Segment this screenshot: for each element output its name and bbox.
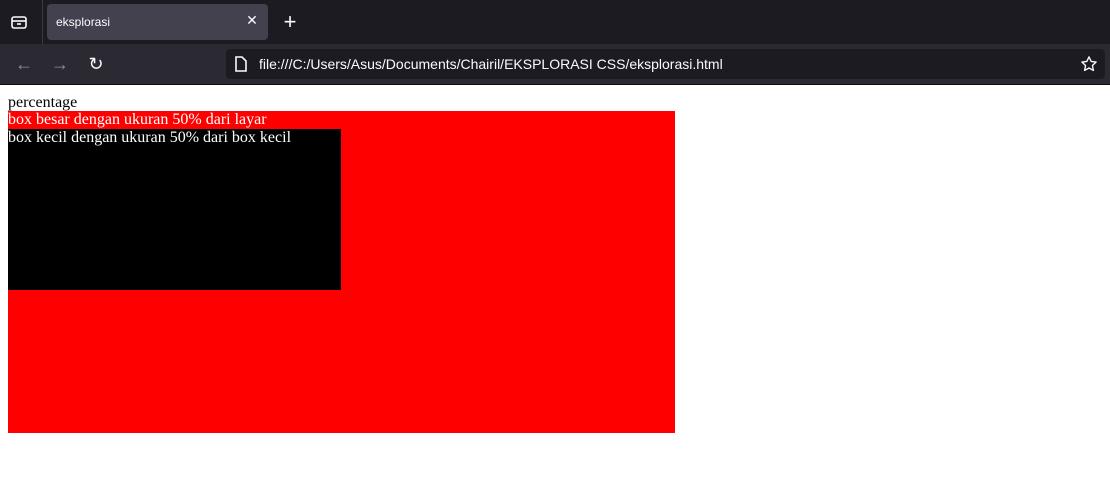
tab-eksplorasi[interactable]: eksplorasi ✕ [47,4,268,40]
file-icon [235,56,247,72]
back-arrow-icon[interactable]: ← [14,54,34,74]
big-box: box besar dengan ukuran 50% dari layar b… [8,111,675,433]
reload-icon[interactable]: ↻ [86,54,106,74]
small-box: box kecil dengan ukuran 50% dari box kec… [8,129,341,290]
page-heading: percentage [8,94,78,111]
url-text[interactable]: file:///C:/Users/Asus/Documents/Chairil/… [259,56,723,72]
small-box-text: box kecil dengan ukuran 50% dari box kec… [8,129,292,146]
big-box-text: box besar dengan ukuran 50% dari layar [8,111,267,128]
tab-bar: eksplorasi ✕ + [0,0,1110,44]
forward-arrow-icon[interactable]: → [50,54,70,74]
plus-icon[interactable]: + [280,11,300,33]
url-bar[interactable]: file:///C:/Users/Asus/Documents/Chairil/… [226,49,1105,79]
star-icon[interactable] [1080,55,1098,73]
close-icon[interactable]: ✕ [244,12,260,28]
navigation-toolbar: ← → ↻ file:///C:/Users/Asus/Documents/Ch… [0,44,1110,84]
tab-title: eksplorasi [56,15,111,29]
tabs-list-icon[interactable] [10,13,28,31]
divider [42,0,43,44]
page-content: percentage box besar dengan ukuran 50% d… [0,85,1110,485]
